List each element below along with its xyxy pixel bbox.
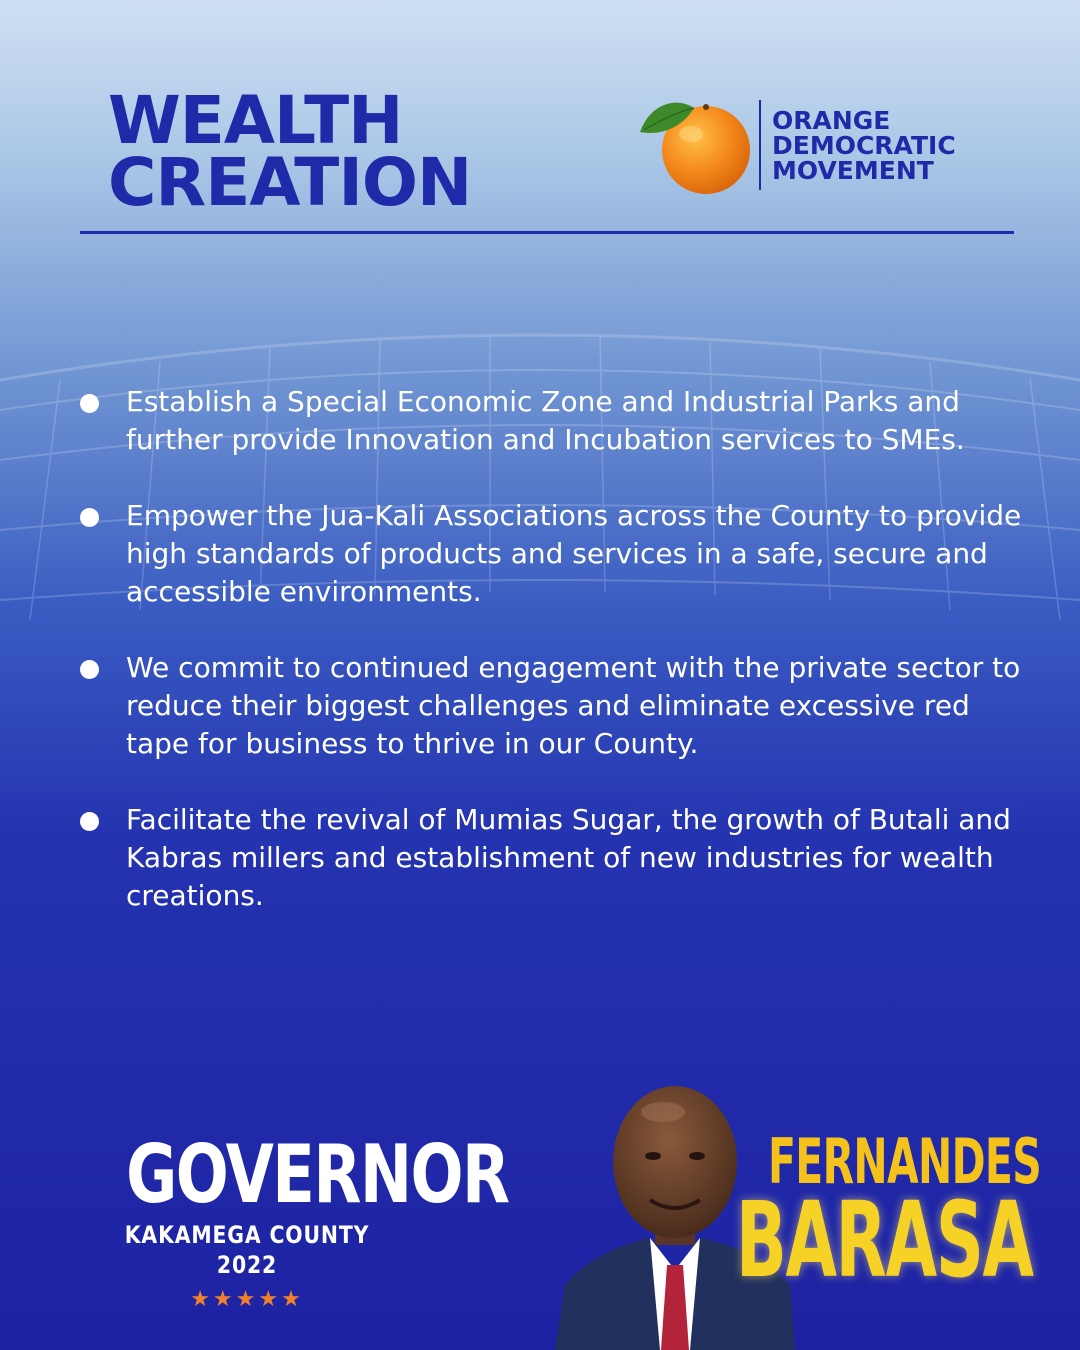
title-line-1: WEALTH <box>108 82 403 159</box>
logo-wordmark: ORANGE DEMOCRATIC MOVEMENT <box>772 108 956 183</box>
logo-line-3: MOVEMENT <box>772 156 934 185</box>
governor-badge: GOVERNOR KAKAMEGA COUNTY 2022 ★★★★★ <box>92 1128 510 1312</box>
policy-point-text: Establish a Special Economic Zone and In… <box>126 385 965 456</box>
policy-point: We commit to continued engagement with t… <box>78 649 1038 763</box>
title-line-2: CREATION <box>108 144 472 221</box>
policy-point: Empower the Jua-Kali Associations across… <box>78 497 1038 611</box>
candidate-name: FERNANDES BARASA <box>728 1131 1058 1301</box>
policy-points-list: Establish a Special Economic Zone and In… <box>78 383 1038 953</box>
logo-line-2: DEMOCRATIC <box>772 131 956 160</box>
policy-point-text: Empower the Jua-Kali Associations across… <box>126 499 1022 608</box>
candidate-last-name: BARASA <box>736 1179 1034 1301</box>
bullet-icon <box>80 508 99 527</box>
page-title: WEALTH CREATION <box>108 82 472 221</box>
header-divider <box>80 231 1014 234</box>
orange-fruit-icon <box>640 102 750 194</box>
campaign-poster: WEALTH CREATION ORANGE DEMOCRATIC MOVEME… <box>0 0 1080 1350</box>
office-title: GOVERNOR <box>126 1128 510 1221</box>
logo-divider <box>759 100 761 190</box>
policy-point: Establish a Special Economic Zone and In… <box>78 383 1038 459</box>
policy-point: Facilitate the revival of Mumias Sugar, … <box>78 801 1038 915</box>
bullet-icon <box>80 812 99 831</box>
bullet-icon <box>80 394 99 413</box>
bullet-icon <box>80 660 99 679</box>
star-rating-icon: ★★★★★ <box>190 1286 304 1311</box>
policy-point-text: Facilitate the revival of Mumias Sugar, … <box>126 803 1011 912</box>
office-subtitle: KAKAMEGA COUNTY 2022 <box>124 1221 370 1279</box>
policy-point-text: We commit to continued engagement with t… <box>126 651 1021 760</box>
logo-line-1: ORANGE <box>772 106 891 135</box>
party-logo: ORANGE DEMOCRATIC MOVEMENT <box>636 92 976 202</box>
